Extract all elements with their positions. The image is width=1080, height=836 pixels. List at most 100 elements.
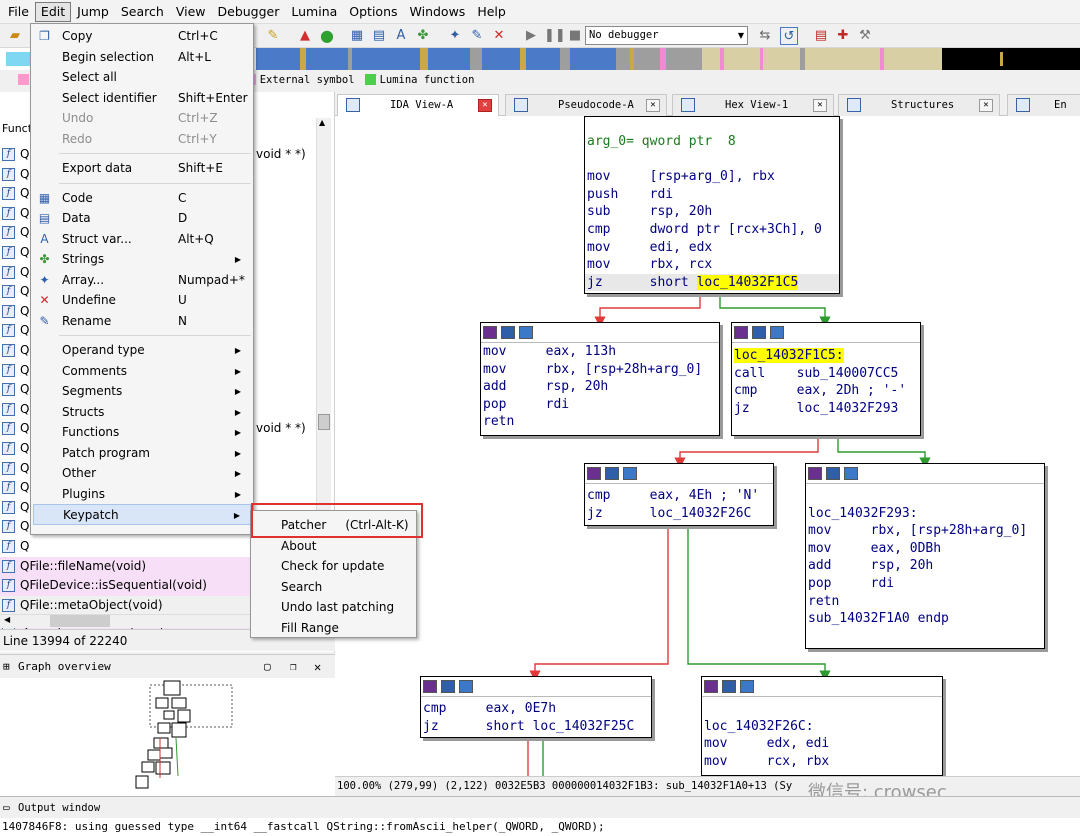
group-icon[interactable]	[740, 680, 754, 693]
asm-line[interactable]: pop rdi	[481, 396, 719, 414]
edit-menu-item-select-identifier[interactable]: Select identifier Shift+Enter	[33, 88, 251, 109]
strings-icon[interactable]: ✤	[414, 27, 432, 45]
code-block-loc-14032F293[interactable]: loc_14032F293: mov rbx, [rsp+28h+arg_0] mo…	[805, 463, 1045, 649]
edit-menu-item-undefine[interactable]: ✕ Undefine U	[33, 290, 251, 311]
data-icon[interactable]: ▤	[370, 27, 388, 45]
group-icon[interactable]	[459, 680, 473, 693]
edit-menu-item-patch-program[interactable]: Patch program ▶	[33, 443, 251, 464]
play-icon[interactable]: ▶	[522, 27, 540, 45]
tab-ida-view-a[interactable]: IDA View-A ✕	[337, 94, 499, 117]
menu-search[interactable]: Search	[115, 2, 170, 22]
asm-line[interactable]	[585, 151, 839, 169]
tools-icon[interactable]: ⚒	[856, 27, 874, 45]
color-icon[interactable]	[704, 680, 718, 693]
edit-menu-item-segments[interactable]: Segments ▶	[33, 381, 251, 402]
asm-line[interactable]: mov eax, 113h	[481, 343, 719, 361]
edit-menu-item-operand-type[interactable]: Operand type ▶	[33, 340, 251, 361]
ida-graph-view[interactable]: arg_0= qword ptr 8 mov [rsp+arg_0], rbx pu…	[335, 116, 1080, 776]
color-icon[interactable]	[587, 467, 601, 480]
asm-line[interactable]: arg_0= qword ptr 8	[585, 133, 839, 151]
asm-line[interactable]: mov rcx, rbx	[702, 753, 942, 771]
edit-icon[interactable]	[605, 467, 619, 480]
asm-line[interactable]: cmp eax, 0E7h	[421, 700, 651, 718]
keypatch-item-about[interactable]: About	[253, 536, 413, 557]
menu-lumina[interactable]: Lumina	[285, 2, 343, 22]
keypatch-item-search[interactable]: Search	[253, 577, 413, 598]
edit-menu-item-structs[interactable]: Structs ▶	[33, 402, 251, 423]
debugger-select[interactable]: No debugger ▼	[585, 26, 748, 45]
asm-line[interactable]: cmp dword ptr [rcx+3Ch], 0	[585, 221, 839, 239]
menu-file[interactable]: File	[2, 2, 35, 22]
stop-icon[interactable]: ■	[566, 27, 584, 45]
edit-menu-item-functions[interactable]: Functions ▶	[33, 422, 251, 443]
asm-line[interactable]: cmp eax, 2Dh ; '-'	[732, 382, 920, 400]
menu-options[interactable]: Options	[343, 2, 403, 22]
asm-line[interactable]: jz loc_14032F293	[732, 400, 920, 418]
asm-line[interactable]: sub_14032F1A0 endp	[806, 610, 1044, 628]
group-icon[interactable]	[623, 467, 637, 480]
code-block-loc-14032F26C[interactable]: loc_14032F26C: mov edx, edi mov rcx, rbx	[701, 676, 943, 776]
scroll-left-icon[interactable]: ◀	[4, 615, 10, 624]
color-icon[interactable]	[483, 326, 497, 339]
edit-menu-item-begin-selection[interactable]: Begin selection Alt+L	[33, 47, 251, 68]
menu-edit[interactable]: Edit	[34, 1, 72, 22]
asm-line[interactable]: pop rdi	[806, 575, 1044, 593]
asm-line[interactable]: mov rbx, [rsp+28h+arg_0]	[481, 361, 719, 379]
edit-icon[interactable]: ✎	[264, 27, 282, 45]
asm-line[interactable]: jz short loc_14032F25C	[421, 718, 651, 736]
asm-line[interactable]: mov rbx, [rsp+28h+arg_0]	[806, 522, 1044, 540]
asm-line[interactable]: sub rsp, 20h	[585, 203, 839, 221]
edit-icon[interactable]	[501, 326, 515, 339]
group-icon[interactable]	[844, 467, 858, 480]
edit-icon[interactable]	[752, 326, 766, 339]
asm-line[interactable]	[702, 700, 942, 718]
edit-menu-item-code[interactable]: ▦ Code C	[33, 188, 251, 209]
group-icon[interactable]	[770, 326, 784, 339]
edit-menu-item-copy[interactable]: ❐ Copy Ctrl+C	[33, 26, 251, 47]
undefine-icon[interactable]: ✕	[490, 27, 508, 45]
asm-line[interactable]: push rdi	[585, 186, 839, 204]
attach-icon[interactable]: ⇆	[756, 27, 774, 45]
edit-menu-item-strings[interactable]: ✤ Strings ▶	[33, 249, 251, 270]
code-block-loc-14032F1C5[interactable]: loc_14032F1C5: call sub_140007CC5 cmp eax…	[731, 322, 921, 436]
breakpoint-list-icon[interactable]: ▤	[812, 27, 830, 45]
tab-close-icon[interactable]: ✕	[979, 99, 993, 112]
group-icon[interactable]	[519, 326, 533, 339]
asm-line[interactable]: call sub_140007CC5	[732, 365, 920, 383]
asm-line[interactable]: mov edx, edi	[702, 735, 942, 753]
edit-menu-item-keypatch[interactable]: Keypatch ▶	[33, 504, 251, 525]
keypatch-item-fill[interactable]: Fill Range	[253, 618, 413, 639]
tab-hex-view-1[interactable]: Hex View-1 ✕	[672, 94, 834, 116]
tab-close-icon[interactable]: ✕	[646, 99, 660, 112]
asm-line[interactable]: mov rbx, rcx	[585, 256, 839, 274]
tab-en[interactable]: En	[1007, 94, 1080, 116]
edit-icon[interactable]	[826, 467, 840, 480]
asm-line[interactable]: retn	[481, 413, 719, 431]
menu-view[interactable]: View	[170, 2, 212, 22]
tab-structures[interactable]: Structures ✕	[838, 94, 1000, 116]
asm-line[interactable]: loc_14032F293:	[806, 505, 1044, 523]
array-icon[interactable]: ✦	[446, 27, 464, 45]
asm-line[interactable]: mov eax, 0DBh	[806, 540, 1044, 558]
menu-debugger[interactable]: Debugger	[212, 2, 286, 22]
color-icon[interactable]	[808, 467, 822, 480]
code-block-return-113h[interactable]: mov eax, 113h mov rbx, [rsp+28h+arg_0] add…	[480, 322, 720, 436]
edit-menu-item-rename[interactable]: ✎ Rename N	[33, 311, 251, 332]
graph-overview-canvas[interactable]	[0, 678, 335, 796]
edit-menu-item-export-data[interactable]: Export data Shift+E	[33, 158, 251, 179]
code-icon[interactable]: ▦	[348, 27, 366, 45]
pause-icon[interactable]: ❚❚	[544, 27, 566, 45]
code-block-cmp-0e7h[interactable]: cmp eax, 0E7h jz short loc_14032F25C	[420, 676, 652, 738]
color-icon[interactable]	[423, 680, 437, 693]
block-label[interactable]: loc_14032F1C5:	[734, 348, 844, 363]
edit-menu-item-comments[interactable]: Comments ▶	[33, 361, 251, 382]
function-name-column-header[interactable]: Funct	[2, 122, 32, 135]
edit-icon[interactable]	[441, 680, 455, 693]
green-dot-icon[interactable]: ●	[318, 27, 336, 45]
jump-target-label[interactable]: loc_14032F1C5	[696, 274, 799, 290]
edit-menu-item-select-all[interactable]: Select all	[33, 67, 251, 88]
tab-close-icon[interactable]: ✕	[813, 99, 827, 112]
open-folder-icon[interactable]: ▰	[6, 27, 24, 45]
close-icon[interactable]: ✕	[314, 655, 321, 679]
restore-icon[interactable]: ❐	[290, 655, 297, 679]
